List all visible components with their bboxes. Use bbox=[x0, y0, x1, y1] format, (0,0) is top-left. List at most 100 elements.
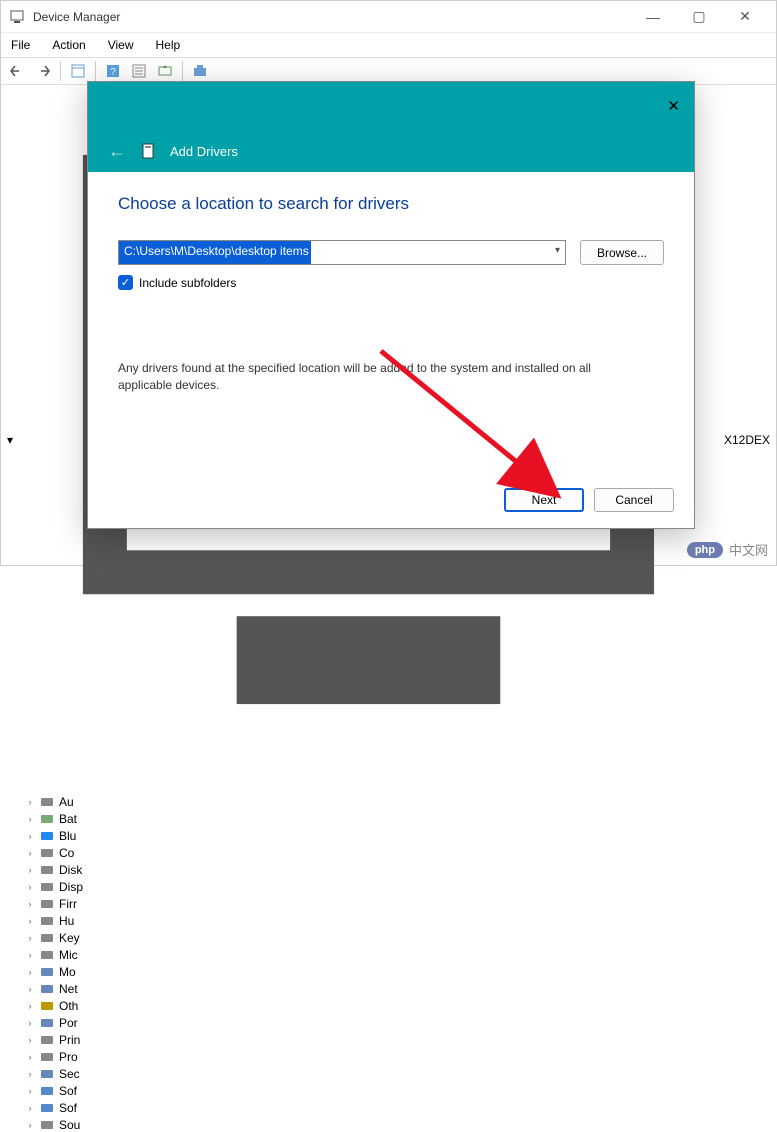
toolbar-separator bbox=[60, 61, 61, 81]
tree-item[interactable]: › Pro bbox=[25, 1049, 770, 1066]
back-icon[interactable] bbox=[5, 60, 29, 82]
tree-item[interactable]: › Sof bbox=[25, 1083, 770, 1100]
menu-view[interactable]: View bbox=[104, 36, 138, 54]
device-category-icon bbox=[39, 879, 55, 895]
device-category-icon bbox=[39, 1117, 55, 1132]
menu-file[interactable]: File bbox=[7, 36, 34, 54]
device-category-icon bbox=[39, 998, 55, 1014]
back-arrow-icon[interactable]: ← bbox=[108, 141, 126, 162]
show-hide-icon[interactable] bbox=[66, 60, 90, 82]
tree-item-label: Blu bbox=[59, 829, 76, 843]
device-category-icon bbox=[39, 845, 55, 861]
tree-item[interactable]: › Sof bbox=[25, 1100, 770, 1117]
tree-item[interactable]: › Sou bbox=[25, 1117, 770, 1132]
watermark-text: 中文网 bbox=[729, 540, 768, 559]
tree-item[interactable]: › Oth bbox=[25, 998, 770, 1015]
device-category-icon bbox=[39, 811, 55, 827]
browse-button[interactable]: Browse... bbox=[580, 240, 664, 265]
driver-icon bbox=[140, 143, 156, 159]
info-text: Any drivers found at the specified locat… bbox=[118, 360, 648, 394]
tree-item[interactable]: › Co bbox=[25, 845, 770, 862]
tree-item[interactable]: › Por bbox=[25, 1015, 770, 1032]
chevron-down-icon: ▾ bbox=[7, 433, 13, 447]
tree-root-label: X12DEX bbox=[724, 433, 770, 447]
tree-item[interactable]: › Disp bbox=[25, 879, 770, 896]
device-category-icon bbox=[39, 913, 55, 929]
tree-item[interactable]: › Disk bbox=[25, 862, 770, 879]
device-manager-window: Device Manager — ▢ ✕ File Action View He… bbox=[0, 0, 777, 566]
svg-text:?: ? bbox=[110, 67, 116, 78]
chevron-right-icon: › bbox=[25, 916, 35, 926]
cancel-button[interactable]: Cancel bbox=[594, 488, 674, 512]
tree-item-label: Disp bbox=[59, 880, 83, 894]
chevron-right-icon: › bbox=[25, 1001, 35, 1011]
tree-item-label: Sof bbox=[59, 1101, 77, 1115]
device-category-icon bbox=[39, 896, 55, 912]
add-drivers-dialog: ✕ ← Add Drivers Choose a location to sea… bbox=[87, 81, 695, 529]
window-title: Device Manager bbox=[33, 10, 630, 24]
tree-item[interactable]: › Blu bbox=[25, 828, 770, 845]
device-category-icon bbox=[39, 862, 55, 878]
checkbox-checked-icon[interactable]: ✓ bbox=[118, 275, 133, 290]
device-category-icon bbox=[39, 947, 55, 963]
device-category-icon bbox=[39, 981, 55, 997]
maximize-button[interactable]: ▢ bbox=[676, 1, 722, 33]
dialog-footer: Next Cancel bbox=[504, 488, 674, 512]
minimize-button[interactable]: — bbox=[630, 1, 676, 33]
dialog-header: ✕ bbox=[88, 82, 694, 130]
tree-item[interactable]: › Firr bbox=[25, 896, 770, 913]
chevron-right-icon: › bbox=[25, 831, 35, 841]
tree-item[interactable]: › Prin bbox=[25, 1032, 770, 1049]
menu-action[interactable]: Action bbox=[48, 36, 89, 54]
dialog-close-button[interactable]: ✕ bbox=[667, 97, 680, 115]
chevron-right-icon: › bbox=[25, 865, 35, 875]
close-button[interactable]: ✕ bbox=[722, 1, 768, 33]
path-input[interactable] bbox=[118, 240, 566, 265]
device-category-icon bbox=[39, 1083, 55, 1099]
checkbox-label: Include subfolders bbox=[139, 276, 236, 290]
tree-item[interactable]: › Au bbox=[25, 794, 770, 811]
menubar: File Action View Help bbox=[1, 33, 776, 57]
device-category-icon bbox=[39, 1066, 55, 1082]
dialog-subheader: ← Add Drivers bbox=[88, 130, 694, 172]
device-category-icon bbox=[39, 1049, 55, 1065]
tree-item[interactable]: › Mic bbox=[25, 947, 770, 964]
dialog-title: Choose a location to search for drivers bbox=[118, 194, 664, 214]
include-subfolders-row[interactable]: ✓ Include subfolders bbox=[118, 275, 664, 290]
forward-icon[interactable] bbox=[31, 60, 55, 82]
dialog-body: Choose a location to search for drivers … bbox=[88, 172, 694, 528]
tree-item[interactable]: › Key bbox=[25, 930, 770, 947]
chevron-right-icon: › bbox=[25, 882, 35, 892]
device-category-icon bbox=[39, 1015, 55, 1031]
chevron-right-icon: › bbox=[25, 814, 35, 824]
tree-item-label: Firr bbox=[59, 897, 77, 911]
device-category-icon bbox=[39, 794, 55, 810]
tree-item-label: Prin bbox=[59, 1033, 80, 1047]
chevron-right-icon: › bbox=[25, 899, 35, 909]
chevron-right-icon: › bbox=[25, 1086, 35, 1096]
tree-item-label: Sec bbox=[59, 1067, 80, 1081]
path-input-wrap: C:\Users\M\Desktop\desktop items ▾ bbox=[118, 240, 566, 265]
tree-item[interactable]: › Mo bbox=[25, 964, 770, 981]
update-driver-icon[interactable] bbox=[153, 60, 177, 82]
tree-item[interactable]: › Net bbox=[25, 981, 770, 998]
php-logo: php bbox=[687, 542, 723, 558]
toolbar-separator bbox=[95, 61, 96, 81]
chevron-right-icon: › bbox=[25, 967, 35, 977]
next-button[interactable]: Next bbox=[504, 488, 584, 512]
tree-item[interactable]: › Bat bbox=[25, 811, 770, 828]
tree-item-label: Au bbox=[59, 795, 74, 809]
tree-item-label: Bat bbox=[59, 812, 77, 826]
chevron-right-icon: › bbox=[25, 950, 35, 960]
menu-help[interactable]: Help bbox=[152, 36, 185, 54]
chevron-right-icon: › bbox=[25, 848, 35, 858]
tree-item[interactable]: › Sec bbox=[25, 1066, 770, 1083]
chevron-right-icon: › bbox=[25, 1035, 35, 1045]
chevron-right-icon: › bbox=[25, 1120, 35, 1130]
scan-hardware-icon[interactable] bbox=[188, 60, 212, 82]
chevron-right-icon: › bbox=[25, 797, 35, 807]
properties-icon[interactable] bbox=[127, 60, 151, 82]
tree-item[interactable]: › Hu bbox=[25, 913, 770, 930]
device-category-icon bbox=[39, 828, 55, 844]
help-icon[interactable]: ? bbox=[101, 60, 125, 82]
